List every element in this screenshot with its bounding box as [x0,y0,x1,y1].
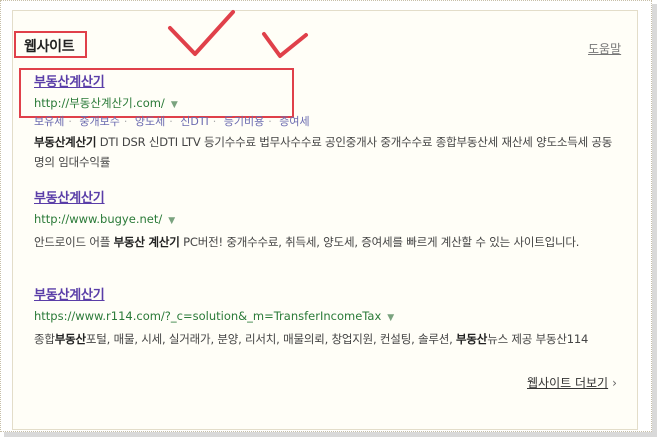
result-title-link[interactable]: 부동산계산기 [34,74,634,92]
frame-shadow [4,432,657,437]
more-websites-label[interactable]: 웹사이트 더보기 [527,376,608,390]
desc-text: PC버전! 중개수수료, 취득세, 양도세, 증여세를 빠르게 계산할 수 있는… [179,235,580,249]
search-result: 부동산계산기 http://www.bugye.net/ ▼ 안드로이드 어플 부… [34,190,634,252]
more-websites-link[interactable]: 웹사이트 더보기 › [527,374,617,391]
result-url-text[interactable]: http://부동산계산기.com/ [34,96,165,110]
result-url-text[interactable]: http://www.bugye.net/ [34,212,162,226]
dropdown-arrow-icon[interactable]: ▼ [387,313,394,323]
sublink[interactable]: 신DTI [180,115,209,128]
section-title-highlight [14,31,87,58]
search-result: 부동산계산기 http://부동산계산기.com/ ▼ 보유세 · 중개보수 · 양도… [34,74,634,172]
sublink[interactable]: 등기비용 [224,115,264,128]
desc-text: 안드로이드 어플 [34,235,114,249]
result-description: 부동산계산기 DTI DSR 신DTI LTV 등기수수료 법무사수수료 공인중… [34,132,614,172]
result-url[interactable]: https://www.r114.com/?_c=solution&_m=Tra… [34,307,634,327]
desc-text: 종합 [34,332,55,346]
frame-shadow [652,4,657,436]
result-description: 종합부동산포털, 매물, 시세, 실거래가, 분양, 리서치, 매물의뢰, 창업… [34,329,614,349]
result-title-link[interactable]: 부동산계산기 [34,190,634,208]
help-link[interactable]: 도움말 [588,40,621,57]
sublink[interactable]: 증여세 [279,115,309,128]
dropdown-arrow-icon[interactable]: ▼ [171,100,178,110]
result-title-link[interactable]: 부동산계산기 [34,287,634,305]
result-url-text[interactable]: https://www.r114.com/?_c=solution&_m=Tra… [34,309,381,323]
sublink[interactable]: 중개보수 [79,115,119,128]
dropdown-arrow-icon[interactable]: ▼ [168,216,175,226]
result-url[interactable]: http://www.bugye.net/ ▼ [34,210,634,230]
desc-text: 뉴스 제공 부동산114 [487,332,589,346]
desc-highlight: 부동산 계산기 [113,235,180,249]
desc-highlight: 부동산 [54,332,86,346]
result-url[interactable]: http://부동산계산기.com/ ▼ [34,94,634,114]
desc-text: DTI DSR 신DTI LTV 등기수수료 법무사수수료 공인중개사 중개수수… [34,135,613,169]
chevron-right-icon: › [612,376,617,390]
desc-highlight: 부동산계산기 [34,135,97,149]
search-result: 부동산계산기 https://www.r114.com/?_c=solution… [34,287,634,349]
sublink[interactable]: 양도세 [135,115,165,128]
result-description: 안드로이드 어플 부동산 계산기 PC버전! 중개수수료, 취득세, 양도세, … [34,232,614,252]
result-sublinks: 보유세 · 중개보수 · 양도세 · 신DTI · 등기비용 · 증여세 [34,115,310,128]
desc-text: 포털, 매물, 시세, 실거래가, 분양, 리서치, 매물의뢰, 창업지원, 컨… [85,332,457,346]
desc-highlight: 부동산 [456,332,488,346]
sublink[interactable]: 보유세 [34,115,64,128]
